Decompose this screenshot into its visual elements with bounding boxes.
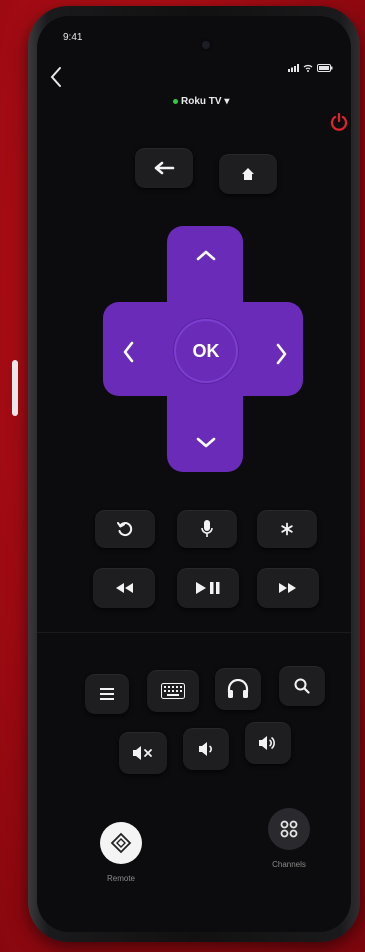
private-listening-button[interactable]: [215, 668, 261, 710]
tab-remote-label: Remote: [106, 874, 135, 883]
chevron-down-icon: [196, 437, 216, 448]
app-screen: 9:41 Roku TV ▾ OK Remote Channels: [37, 16, 351, 932]
fast-forward-icon: [279, 583, 296, 593]
microphone-icon: [201, 520, 213, 537]
power-button[interactable]: [329, 112, 349, 132]
status-time: 9:41: [63, 32, 83, 43]
device-selector[interactable]: Roku TV ▾: [173, 96, 229, 107]
home-button[interactable]: [219, 154, 277, 194]
dpad-up-button[interactable]: [187, 238, 225, 272]
side-button: [12, 360, 18, 416]
voice-search-button[interactable]: [177, 510, 237, 548]
ok-button[interactable]: OK: [174, 319, 238, 383]
headphones-icon: [227, 679, 249, 698]
chevron-right-icon: [276, 343, 287, 365]
search-icon: [294, 678, 310, 694]
chevron-left-icon: [123, 341, 134, 363]
home-icon: [242, 168, 254, 180]
volume-up-button[interactable]: [245, 722, 291, 764]
volume-up-icon: [259, 736, 275, 750]
power-icon: [330, 112, 348, 131]
play-pause-icon: [196, 582, 220, 594]
dpad-right-button[interactable]: [265, 334, 299, 374]
rewind-button[interactable]: [93, 568, 155, 608]
keyboard-button[interactable]: [147, 670, 199, 712]
volume-down-icon: [199, 742, 212, 756]
dpad-left-button[interactable]: [111, 332, 145, 372]
search-button[interactable]: [279, 666, 325, 706]
fast-forward-button[interactable]: [257, 568, 319, 608]
remote-icon: [100, 822, 142, 864]
battery-icon: [317, 64, 333, 74]
rewind-icon: [116, 583, 133, 593]
volume-down-button[interactable]: [183, 728, 229, 770]
dpad-down-button[interactable]: [187, 426, 225, 460]
caret-down-icon: ▾: [221, 96, 230, 107]
menu-icon: [100, 688, 114, 700]
tab-remote[interactable]: Remote: [91, 822, 151, 883]
volume-mute-button[interactable]: [119, 732, 167, 774]
signal-icon: [287, 64, 304, 74]
device-name: Roku TV: [181, 96, 222, 107]
tab-channels[interactable]: Channels: [259, 808, 319, 869]
front-camera: [199, 38, 213, 52]
arrow-left-icon: [154, 161, 175, 175]
menu-button[interactable]: [85, 674, 129, 714]
asterisk-icon: [281, 522, 293, 536]
play-pause-button[interactable]: [177, 568, 239, 608]
back-button[interactable]: [135, 148, 193, 188]
options-button[interactable]: [257, 510, 317, 548]
volume-mute-icon: [133, 746, 152, 760]
replay-button[interactable]: [95, 510, 155, 548]
chevron-left-icon: [50, 67, 61, 87]
replay-icon: [117, 522, 133, 537]
channels-icon: [268, 808, 310, 850]
section-divider: [37, 632, 351, 633]
back-navigation-button[interactable]: [49, 66, 63, 92]
tab-channels-label: Channels: [272, 860, 306, 869]
wifi-icon: [303, 64, 317, 74]
status-icons: [287, 64, 333, 74]
keyboard-icon: [161, 683, 185, 699]
chevron-up-icon: [196, 250, 216, 261]
device-status-dot: [173, 98, 178, 104]
